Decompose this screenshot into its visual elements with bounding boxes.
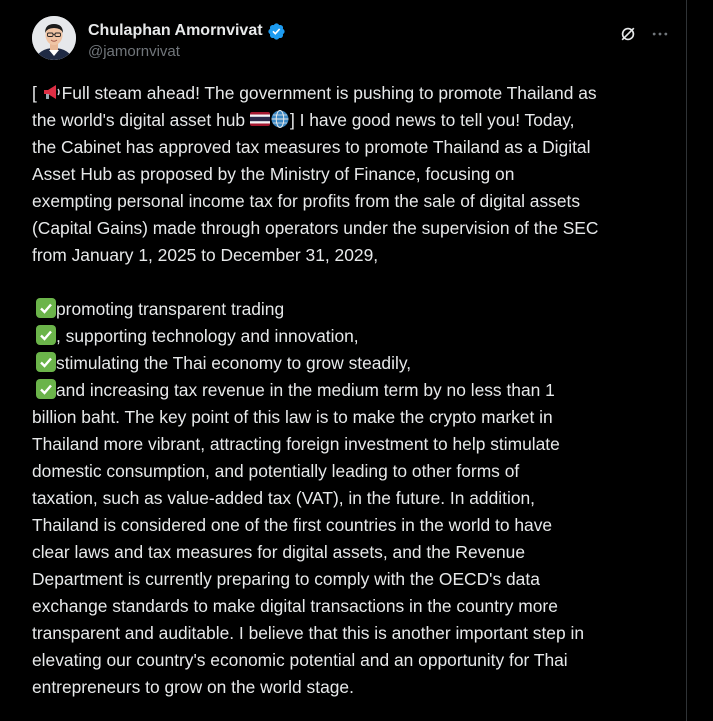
grok-button[interactable]	[612, 18, 644, 50]
check-mark-icon	[36, 325, 56, 345]
text-line: Department is currently preparing to com…	[32, 569, 540, 589]
thailand-flag-icon	[249, 112, 270, 126]
globe-icon	[271, 110, 289, 128]
more-icon	[652, 32, 668, 36]
text-line: , supporting technology and innovation,	[32, 323, 676, 350]
text-line: Asset Hub as proposed by the Ministry of…	[32, 164, 515, 184]
text-line: promoting transparent trading	[32, 296, 676, 323]
verified-badge-icon	[267, 22, 285, 40]
author-name-row[interactable]: Chulaphan Amornvivat	[88, 20, 286, 42]
text-line: taxation, such as value-added tax (VAT),…	[32, 488, 536, 508]
text-line: transparent and auditable. I believe tha…	[32, 623, 585, 643]
text-segment: , supporting technology and innovation,	[56, 326, 359, 346]
more-options-button[interactable]	[644, 18, 676, 50]
text-segment: the world's digital asset hub	[32, 110, 250, 130]
text-segment: Full steam ahead! The government is push…	[61, 83, 597, 103]
text-segment: [	[32, 83, 42, 103]
check-mark-icon	[36, 298, 56, 318]
post-frame: Chulaphan Amornvivat @jamornvivat [Full…	[0, 0, 713, 721]
check-mark-icon	[36, 379, 56, 399]
text-line: exempting personal income tax for profit…	[32, 191, 581, 211]
text-line: billion baht. The key point of this law …	[32, 407, 553, 427]
check-mark-icon	[36, 352, 56, 372]
text-line: and increasing tax revenue in the medium…	[32, 377, 676, 404]
text-line: from January 1, 2025 to December 31, 202…	[32, 245, 379, 265]
text-segment: stimulating the Thai economy to grow ste…	[56, 353, 412, 373]
text-segment: and increasing tax revenue in the medium…	[56, 380, 555, 400]
text-line: exchange standards to make digital trans…	[32, 596, 558, 616]
post-header-actions	[612, 18, 676, 50]
text-segment: ] I have good news to tell you! Today,	[289, 110, 575, 130]
text-line: the world's digital asset hub ] I have g…	[32, 107, 676, 134]
text-line: clear laws and tax measures for digital …	[32, 542, 526, 562]
timeline-border	[686, 0, 687, 721]
text-line: (Capital Gains) made through operators u…	[32, 218, 599, 238]
text-line: elevating our country's economic potenti…	[32, 650, 568, 670]
avatar-image	[32, 16, 76, 60]
text-line: entrepreneurs to grow on the world stage…	[32, 677, 354, 697]
avatar[interactable]	[32, 16, 76, 60]
loudspeaker-emoji-icon	[43, 85, 60, 99]
tweet[interactable]: Chulaphan Amornvivat @jamornvivat [Full…	[16, 0, 676, 721]
author-display-name[interactable]: Chulaphan Amornvivat	[88, 22, 263, 40]
grok-icon	[621, 27, 635, 41]
tweet-text: [ Full steam ahead! The government is pu…	[32, 80, 676, 701]
text-segment: promoting transparent trading	[56, 299, 285, 319]
text-line: Thailand is considered one of the first …	[32, 515, 553, 535]
text-line: stimulating the Thai economy to grow ste…	[32, 350, 676, 377]
text-line: Thailand more vibrant, attracting foreig…	[32, 434, 560, 454]
text-line: [ Full steam ahead! The government is pu…	[32, 80, 676, 107]
text-line: domestic consumption, and potentially le…	[32, 461, 520, 481]
author-handle[interactable]: @jamornvivat	[88, 43, 180, 60]
text-line: the Cabinet has approved tax measures to…	[32, 137, 591, 157]
